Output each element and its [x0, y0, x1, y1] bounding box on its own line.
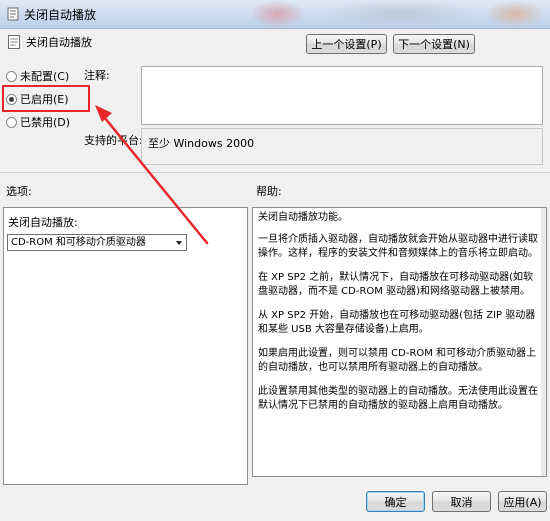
- title-bar: 关闭自动播放: [0, 0, 550, 29]
- drive-type-dropdown[interactable]: CD-ROM 和可移动介质驱动器: [7, 234, 187, 251]
- dropdown-value: CD-ROM 和可移动介质驱动器: [11, 237, 146, 248]
- chevron-down-icon: [176, 241, 182, 245]
- supported-platform-box: 至少 Windows 2000: [141, 128, 543, 165]
- window-title: 关闭自动播放: [24, 8, 97, 22]
- radio-circle[interactable]: [6, 116, 17, 128]
- ok-button[interactable]: 确定: [366, 491, 425, 512]
- policy-name: 关闭自动播放: [26, 36, 92, 49]
- next-setting-button[interactable]: 下一个设置(N): [393, 34, 475, 54]
- options-panel: 关闭自动播放: CD-ROM 和可移动介质驱动器: [3, 207, 248, 485]
- section-divider: [0, 172, 550, 173]
- help-paragraph: 一旦将介质插入驱动器，自动播放就会开始从驱动器中进行读取操作。这样，程序的安装文…: [258, 234, 538, 259]
- title-bar-blur: [320, 0, 480, 28]
- help-paragraph: 此设置禁用其他类型的驱动器上的自动播放。无法使用此设置在默认情况下已禁用的自动播…: [258, 386, 538, 411]
- platform-label: 支持的平台:: [84, 134, 143, 147]
- help-paragraph: 从 XP SP2 开始，自动播放也在可移动驱动器(包括 ZIP 驱动器和某些 U…: [258, 310, 536, 335]
- comment-textarea[interactable]: [141, 66, 543, 125]
- help-scrollbar[interactable]: [541, 208, 546, 476]
- radio-disabled[interactable]: 已禁用(D): [6, 114, 70, 130]
- help-paragraph: 如果启用此设置，则可以禁用 CD-ROM 和可移动介质驱动器上的自动播放，也可以…: [258, 348, 537, 373]
- help-paragraph: 关闭自动播放功能。: [258, 212, 348, 223]
- platform-value: 至少 Windows 2000: [148, 137, 255, 150]
- title-bar-blur: [485, 0, 545, 28]
- radio-not-configured[interactable]: 未配置(C): [6, 68, 69, 84]
- setting-label: 关闭自动播放:: [8, 216, 78, 229]
- prev-setting-button[interactable]: 上一个设置(P): [306, 34, 387, 54]
- help-panel: 关闭自动播放功能。 一旦将介质插入驱动器，自动播放就会开始从驱动器中进行读取操作…: [252, 207, 547, 477]
- highlight-box: [2, 85, 90, 112]
- policy-settings-icon: [7, 7, 19, 21]
- help-label: 帮助:: [256, 185, 282, 198]
- apply-button[interactable]: 应用(A): [498, 491, 547, 512]
- options-label: 选项:: [6, 185, 32, 198]
- radio-label: 未配置(C): [20, 70, 70, 83]
- radio-label: 已禁用(D): [20, 116, 71, 129]
- cancel-button[interactable]: 取消: [432, 491, 491, 512]
- help-paragraph: 在 XP SP2 之前，默认情况下，自动播放在可移动驱动器(如软盘驱动器，而不是…: [258, 272, 534, 297]
- title-bar-blur: [250, 0, 305, 28]
- policy-document-icon: [8, 35, 20, 49]
- comment-label: 注释:: [84, 69, 110, 82]
- radio-circle[interactable]: [6, 70, 17, 82]
